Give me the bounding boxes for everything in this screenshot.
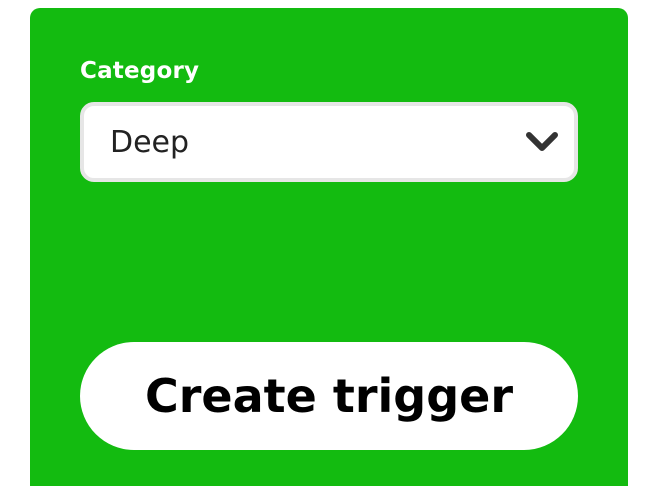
create-trigger-button[interactable]: Create trigger	[80, 342, 578, 450]
category-label: Category	[80, 58, 200, 84]
create-trigger-button-label: Create trigger	[144, 369, 514, 423]
category-selected-value: Deep	[110, 125, 190, 160]
trigger-form-panel: Category Deep Create trigger	[30, 8, 628, 486]
chevron-down-icon	[526, 132, 558, 151]
category-select[interactable]: Deep	[80, 102, 578, 182]
